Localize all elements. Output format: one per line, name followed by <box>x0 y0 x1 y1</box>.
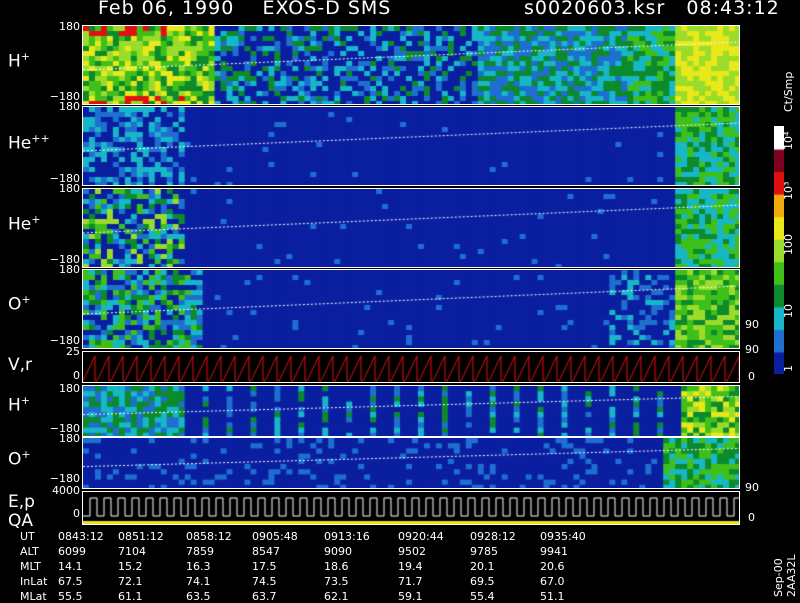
footer-value-alt-2: 7859 <box>186 545 214 558</box>
footer-value-ut-2: 0858:12 <box>186 530 232 543</box>
footer-label-inlat: InLat <box>20 575 48 588</box>
title-time: 08:43:12 <box>686 0 780 19</box>
label-vr: V,r <box>8 355 33 375</box>
panel-plot-h-plus-2 <box>83 386 739 436</box>
colorbar-tick-1: 1 <box>782 365 795 372</box>
panel-o-plus-1 <box>82 269 740 349</box>
footer-value-ut-7: 0935:40 <box>540 530 586 543</box>
colorbar-tick-1000: 10³ <box>782 181 795 200</box>
panel-plot-he-pp <box>83 107 739 185</box>
chart-title-file-time: s0020603.ksr 08:43:12 <box>524 0 780 19</box>
footer-value-inlat-2: 74.1 <box>186 575 211 588</box>
footer-value-mlt-4: 18.6 <box>324 560 349 573</box>
label-he-plus: He+ <box>8 213 41 235</box>
panel-he-pp <box>82 106 740 186</box>
panel-vr <box>82 351 740 383</box>
footer-value-mlat-0: 55.5 <box>58 590 83 603</box>
footer-label-ut: UT <box>20 530 35 543</box>
ytick-top-6: 180 <box>59 382 80 395</box>
ytick-top-8: 4000 <box>52 484 80 497</box>
footer-value-mlt-3: 17.5 <box>252 560 277 573</box>
footer-value-alt-4: 9090 <box>324 545 352 558</box>
footer-value-ut-4: 0913:16 <box>324 530 370 543</box>
ytick-top-5: 25 <box>66 345 80 358</box>
rtick-vr-bot: 0 <box>748 370 755 383</box>
panel-o-plus-2 <box>82 437 740 489</box>
title-instrument: EXOS-D SMS <box>262 0 392 19</box>
footer-value-ut-6: 0928:12 <box>470 530 516 543</box>
footer-value-mlat-7: 51.1 <box>540 590 565 603</box>
title-date: Feb 06, 1990 <box>98 0 235 19</box>
footer-value-alt-6: 9785 <box>470 545 498 558</box>
panel-he-plus <box>82 188 740 268</box>
footer-value-alt-7: 9941 <box>540 545 568 558</box>
label-ep: E,p <box>8 492 35 512</box>
panel-plot-vr <box>83 352 739 382</box>
footer-value-alt-1: 7104 <box>118 545 146 558</box>
footer-value-inlat-7: 67.0 <box>540 575 565 588</box>
footer-value-mlat-4: 62.1 <box>324 590 349 603</box>
label-o-plus-1: O+ <box>8 293 31 315</box>
footer-value-inlat-3: 74.5 <box>252 575 277 588</box>
label-qa: QA <box>8 511 34 531</box>
footer-value-mlat-5: 59.1 <box>398 590 423 603</box>
footer-value-mlat-3: 63.7 <box>252 590 277 603</box>
ytick-top-1: 180 <box>59 20 80 33</box>
footer-value-inlat-0: 67.5 <box>58 575 83 588</box>
footer-value-mlat-6: 55.4 <box>470 590 495 603</box>
panel-plot-he-plus <box>83 189 739 267</box>
footer-value-inlat-5: 71.7 <box>398 575 423 588</box>
label-he-pp: He++ <box>8 132 50 154</box>
footer-value-mlt-6: 20.1 <box>470 560 495 573</box>
footer-value-alt-0: 6099 <box>58 545 86 558</box>
footer-value-ut-1: 0851:12 <box>118 530 164 543</box>
panel-plot-ep <box>83 492 739 524</box>
footer-label-mlat: MLat <box>20 590 47 603</box>
footer-value-alt-3: 8547 <box>252 545 280 558</box>
footer-value-mlt-0: 14.1 <box>58 560 83 573</box>
side-note: Sep-00 2AA32L <box>772 554 798 597</box>
panel-ep <box>82 491 740 525</box>
ytick-bot-5: 0 <box>73 369 80 382</box>
title-file: s0020603.ksr <box>524 0 666 19</box>
footer-value-mlt-1: 15.2 <box>118 560 143 573</box>
chart-title-date-instrument: Feb 06, 1990 EXOS-D SMS <box>98 0 391 19</box>
rtick-o2-top: 90 <box>745 481 759 494</box>
footer-value-alt-5: 9502 <box>398 545 426 558</box>
ytick-bot-8: 0 <box>73 507 80 520</box>
panel-plot-h-plus-1 <box>83 26 739 104</box>
footer-value-mlt-5: 19.4 <box>398 560 423 573</box>
footer-value-ut-0: 0843:12 <box>58 530 104 543</box>
colorbar-unit: Ct/Smp <box>782 71 795 112</box>
panel-plot-o-plus-1 <box>83 270 739 348</box>
ytick-top-2: 180 <box>59 100 80 113</box>
colorbar-tick-100: 100 <box>782 234 795 255</box>
rtick-ep-bot: 0 <box>748 511 755 524</box>
footer-label-mlt: MLT <box>20 560 41 573</box>
label-o-plus-2: O+ <box>8 448 31 470</box>
footer-value-inlat-4: 73.5 <box>324 575 349 588</box>
colorbar-tick-10: 10 <box>782 304 795 318</box>
ytick-top-3: 180 <box>59 182 80 195</box>
footer-value-inlat-6: 69.5 <box>470 575 495 588</box>
footer-label-alt: ALT <box>20 545 39 558</box>
rtick-vr-top: 90 <box>745 343 759 356</box>
panel-h-plus-2 <box>82 385 740 437</box>
footer-value-ut-3: 0905:48 <box>252 530 298 543</box>
panel-plot-o-plus-2 <box>83 438 739 488</box>
rtick-o1-top: 90 <box>745 318 759 331</box>
footer-value-mlat-2: 63.5 <box>186 590 211 603</box>
footer-value-mlt-7: 20.6 <box>540 560 565 573</box>
footer-value-mlt-2: 16.3 <box>186 560 211 573</box>
footer-value-mlat-1: 61.1 <box>118 590 143 603</box>
label-h-plus-2: H+ <box>8 394 31 416</box>
label-h-plus-1: H+ <box>8 50 31 72</box>
footer-value-inlat-1: 72.1 <box>118 575 143 588</box>
panel-h-plus-1 <box>82 25 740 105</box>
ytick-top-7: 180 <box>59 432 80 445</box>
colorbar-tick-10000: 10⁴ <box>782 131 795 150</box>
footer-value-ut-5: 0920:44 <box>398 530 444 543</box>
ytick-top-4: 180 <box>59 263 80 276</box>
